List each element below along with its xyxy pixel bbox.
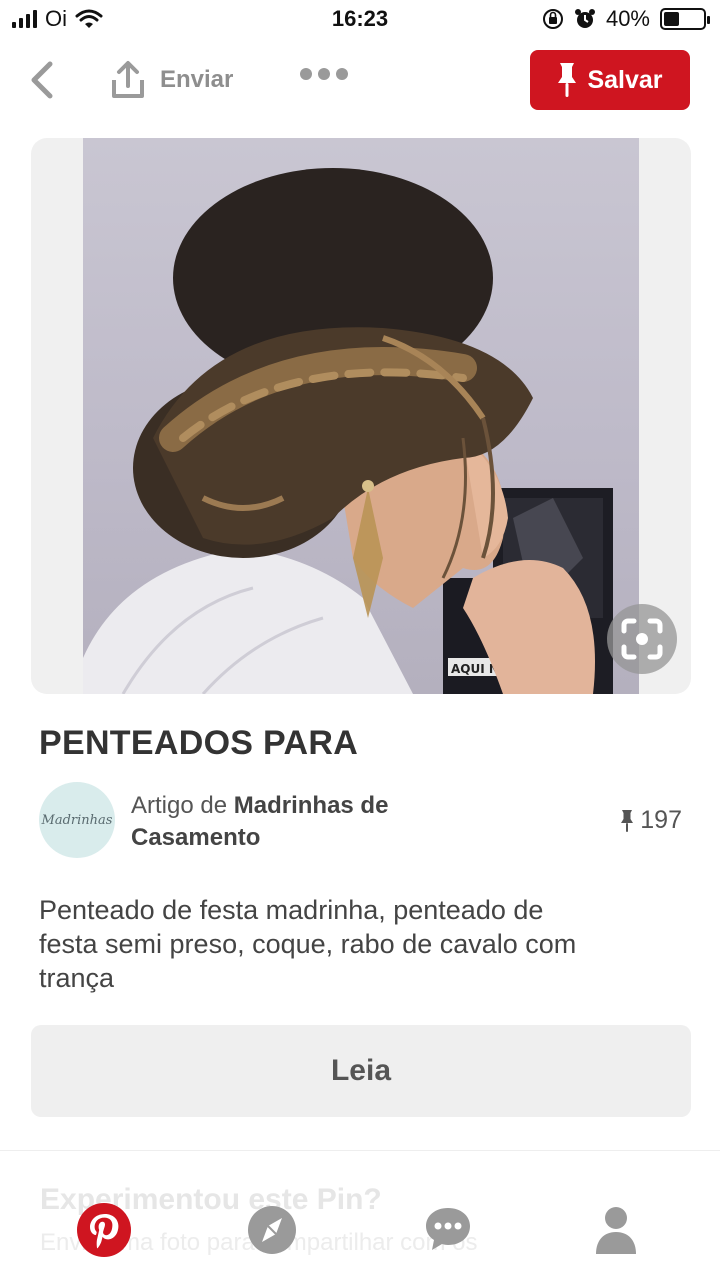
tab-profile[interactable] [586,1200,646,1260]
dot-icon [336,68,348,80]
pin-toolbar: Enviar Salvar [0,48,720,114]
status-right: 40% [542,6,710,32]
tab-notifications[interactable] [418,1200,478,1260]
save-count: 197 [620,806,682,835]
avatar-logo-text: Madrinhas [41,812,113,828]
pushpin-icon [558,63,577,97]
status-bar: Oi 16:23 40% [0,0,720,40]
rotation-lock-icon [542,9,563,29]
more-options-button[interactable] [300,68,348,80]
battery-icon [660,8,710,30]
visual-search-button[interactable] [607,604,677,674]
alarm-icon [574,9,595,28]
pinterest-logo-icon [77,1203,131,1257]
chat-bubble-icon [426,1208,470,1250]
save-count-value: 197 [640,806,682,834]
back-button[interactable] [24,60,60,100]
pin-description: Penteado de festa madrinha, penteado de … [39,895,577,993]
chevron-left-icon [31,61,53,99]
read-button[interactable]: Leia [31,1025,691,1117]
bottom-tab-bar [0,1190,720,1280]
tab-explore[interactable] [242,1200,302,1260]
pin-image-card[interactable]: AQUI NÓS [31,138,691,694]
source-avatar[interactable]: Madrinhas [39,782,115,858]
battery-percent: 40% [605,6,650,31]
compass-icon [248,1206,296,1254]
share-button[interactable]: Enviar [110,58,233,102]
pushpin-icon [621,809,634,832]
tab-home[interactable] [74,1200,134,1260]
share-icon [112,61,144,98]
dot-icon [300,68,312,80]
save-label: Salvar [587,65,663,94]
pin-photo[interactable]: AQUI NÓS [83,138,639,694]
source-attribution[interactable]: Artigo de Madrinhas de Casamento [131,790,511,854]
pin-title: PENTEADOS PARA [39,724,359,762]
user-icon [596,1207,636,1254]
share-label: Enviar [160,66,234,93]
dot-icon [318,68,330,80]
visual-search-icon [621,618,663,660]
save-button[interactable]: Salvar [530,50,690,110]
hairstyle-photo: AQUI NÓS [83,168,613,694]
source-prefix: Artigo de [131,792,228,819]
battery-level [664,12,680,26]
